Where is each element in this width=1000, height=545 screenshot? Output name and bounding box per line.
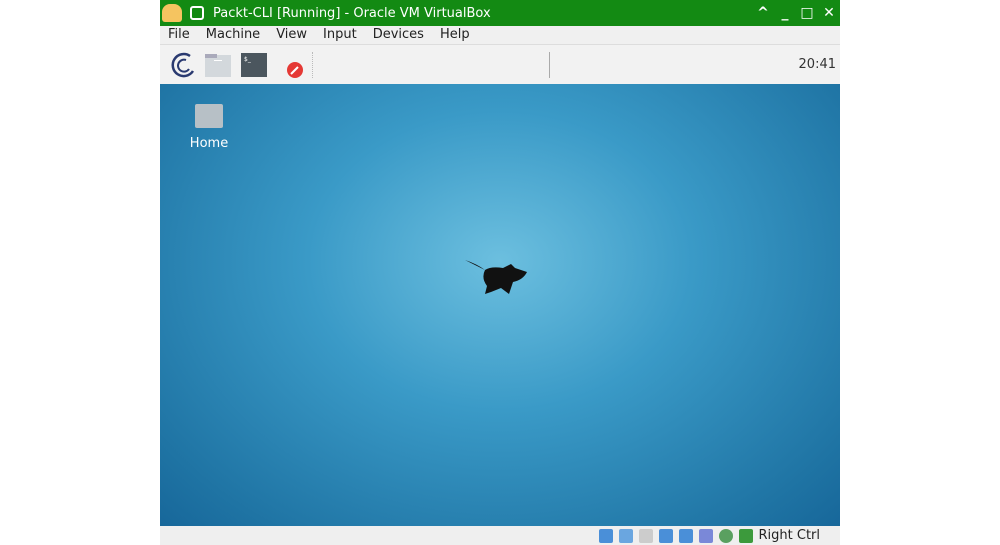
clock[interactable]: 20:41 [799,57,836,72]
menu-machine[interactable]: Machine [198,26,268,44]
title-bar: Packt-CLI [Running] - Oracle VM VirtualB… [160,0,840,26]
panel-separator [549,51,550,78]
optical-drive-icon[interactable] [618,528,633,543]
menu-bar: File Machine View Input Devices Help [160,26,840,44]
audio-icon[interactable] [638,528,653,543]
home-folder-icon [195,104,223,128]
shared-folders-icon[interactable] [678,528,693,543]
svg-text:$_: $_ [244,56,252,63]
menu-help[interactable]: Help [432,26,478,44]
network-icon[interactable] [658,528,673,543]
maximize-icon[interactable]: □ [796,5,818,21]
xfce-mouse-logo-icon [465,260,527,294]
menu-view[interactable]: View [268,26,315,44]
panel-separator [312,51,313,78]
edit-icon[interactable] [286,61,304,79]
display-icon[interactable] [718,528,733,543]
pin-icon[interactable] [190,6,204,20]
close-icon[interactable]: ✕ [818,5,840,21]
home-desktop-icon[interactable]: Home [188,104,230,151]
shade-icon[interactable]: ^ [752,5,774,21]
virtualbox-window: Packt-CLI [Running] - Oracle VM VirtualB… [160,0,840,545]
mouse-integration-icon[interactable] [738,528,753,543]
menu-file[interactable]: File [160,26,198,44]
terminal-icon[interactable]: $_ [240,52,268,78]
menu-input[interactable]: Input [315,26,365,44]
hard-disk-icon[interactable] [598,528,613,543]
guest-panel: $_ 20:41 [160,44,840,84]
usb-icon[interactable] [698,528,713,543]
minimize-icon[interactable]: _ [774,5,796,21]
window-title: Packt-CLI [Running] - Oracle VM VirtualB… [213,5,491,21]
virtualbox-logo-icon [162,4,182,22]
status-bar: Right Ctrl [160,526,840,545]
host-key-label: Right Ctrl [758,528,821,543]
file-manager-icon[interactable] [204,52,232,78]
home-label: Home [189,136,229,151]
applications-menu-icon[interactable] [168,51,196,79]
menu-devices[interactable]: Devices [365,26,432,44]
desktop: Home [160,84,840,526]
